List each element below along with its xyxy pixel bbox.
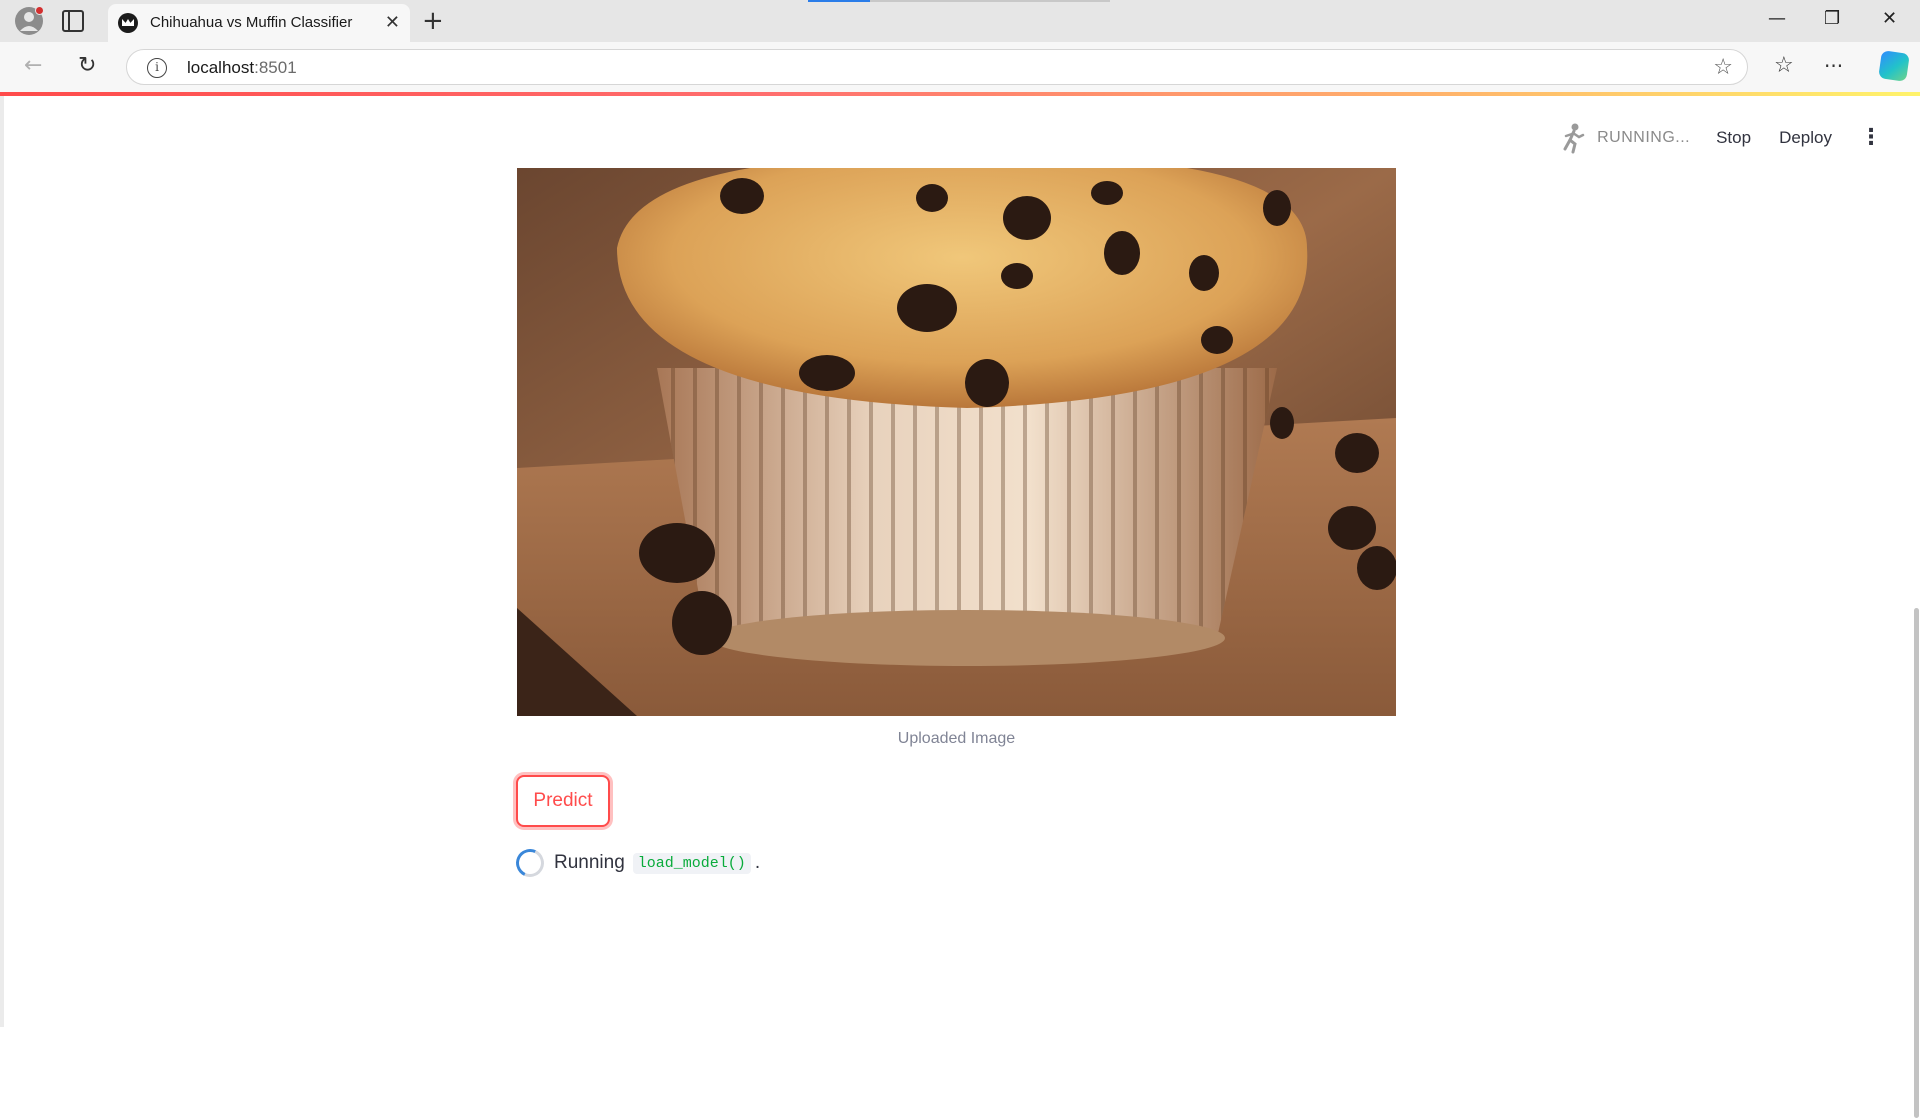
restore-icon[interactable]: ❐	[1824, 8, 1840, 29]
minimize-icon[interactable]: —	[1768, 8, 1786, 29]
stop-button[interactable]: Stop	[1716, 128, 1751, 148]
info-icon[interactable]: i	[147, 58, 167, 78]
status-code: load_model()	[632, 852, 751, 874]
active-tab[interactable]: Chihuahua vs Muffin Classifier ✕	[108, 4, 410, 42]
profile-icon[interactable]	[14, 6, 44, 36]
spinner-status: Running load_model() .	[512, 845, 761, 881]
reload-icon[interactable]: ↻	[78, 54, 96, 78]
tab-actions-icon[interactable]	[62, 10, 84, 32]
image-caption: Uploaded Image	[897, 730, 1016, 747]
status-prefix: Running	[554, 852, 625, 873]
new-tab-icon[interactable]: +	[422, 6, 444, 36]
url-text[interactable]: localhost:8501	[187, 58, 297, 78]
streamlit-favicon	[118, 13, 138, 33]
deploy-button[interactable]: Deploy	[1779, 128, 1832, 148]
running-status: RUNNING...	[1597, 129, 1691, 146]
favorites-icon[interactable]: ☆	[1774, 54, 1794, 78]
status-suffix: .	[754, 852, 761, 873]
address-bar[interactable]: i localhost:8501 ☆	[126, 49, 1748, 85]
more-icon[interactable]: ···	[1824, 54, 1843, 78]
browser-tab-strip: Chihuahua vs Muffin Classifier ✕ + — ❐ ✕	[0, 0, 1920, 42]
uploaded-image	[517, 168, 1396, 716]
predict-button[interactable]: Predict	[516, 775, 610, 827]
scrollbar[interactable]	[1912, 96, 1920, 1118]
tab-strip-progress	[808, 0, 1110, 2]
notification-dot	[35, 6, 44, 15]
tab-close-icon[interactable]: ✕	[385, 12, 400, 33]
browser-toolbar: ← ↻ i localhost:8501 ☆ ☆ ···	[0, 42, 1920, 92]
star-icon[interactable]: ☆	[1713, 55, 1733, 80]
window-close-icon[interactable]: ✕	[1882, 8, 1897, 29]
main-menu-icon[interactable]: ⋮	[1860, 127, 1882, 149]
app-header: RUNNING... Stop Deploy ⋮	[1559, 122, 1882, 154]
running-man-icon	[1559, 122, 1587, 154]
copilot-icon[interactable]	[1878, 50, 1910, 82]
back-icon[interactable]: ←	[24, 54, 42, 78]
tab-title: Chihuahua vs Muffin Classifier	[150, 14, 353, 31]
loading-spinner-icon	[512, 845, 548, 881]
scrollbar-thumb[interactable]	[1914, 608, 1919, 1118]
